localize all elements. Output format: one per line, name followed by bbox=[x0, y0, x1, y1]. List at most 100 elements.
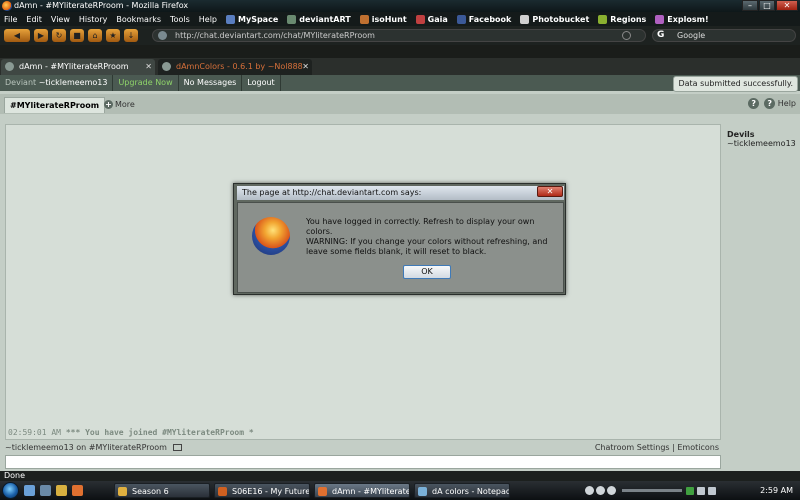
notepad-icon bbox=[418, 487, 427, 496]
google-icon: G bbox=[657, 30, 665, 40]
message-timestamp: 02:59:01 AM bbox=[8, 428, 61, 437]
chat-input[interactable] bbox=[5, 455, 721, 469]
vlc-icon bbox=[218, 487, 227, 496]
tray-app-icon[interactable] bbox=[686, 486, 694, 495]
window-titlebar[interactable]: dAmn - #MYliterateRProom - Mozilla Firef… bbox=[0, 0, 800, 12]
navigation-toolbar: ◀ ▶ ↻ ■ ⌂ ★ ↓ http://chat.deviantart.com… bbox=[0, 26, 800, 45]
system-tray: 2:59 AM bbox=[585, 483, 800, 498]
help-link[interactable]: ? Help bbox=[764, 98, 796, 109]
facebook-icon bbox=[456, 14, 466, 24]
reload-button[interactable]: ↻ bbox=[52, 29, 66, 42]
dialog-message: You have logged in correctly. Refresh to… bbox=[306, 217, 561, 257]
bookmark-isohunt[interactable]: isoHunt bbox=[359, 14, 407, 24]
deviantart-icon bbox=[287, 14, 297, 24]
menu-bookmarks[interactable]: Bookmarks bbox=[116, 15, 161, 24]
myspace-icon bbox=[226, 14, 236, 24]
logout-link[interactable]: Logout bbox=[242, 75, 281, 91]
bookmark-facebook[interactable]: Facebook bbox=[456, 14, 511, 24]
explosm-icon bbox=[655, 14, 665, 24]
stop-button[interactable]: ■ bbox=[70, 29, 84, 42]
back-button[interactable]: ◀ bbox=[4, 29, 30, 42]
tab-close-icon[interactable]: ✕ bbox=[145, 59, 152, 74]
bookmark-regions[interactable]: Regions bbox=[598, 14, 646, 24]
more-button[interactable]: + More bbox=[104, 100, 135, 109]
media-play-icon[interactable] bbox=[596, 486, 605, 495]
joined-message: 02:59:01 AM *** You have joined #MYliter… bbox=[8, 428, 254, 437]
task-media[interactable]: S06E16 - My Future ... bbox=[214, 483, 310, 498]
url-bar[interactable]: http://chat.deviantart.com/chat/MYlitera… bbox=[152, 29, 646, 42]
chatroom-settings-links[interactable]: Chatroom Settings | Emoticons bbox=[595, 443, 719, 452]
dialog-message-line2: WARNING: If you change your colors witho… bbox=[306, 237, 548, 256]
upgrade-link[interactable]: Upgrade Now bbox=[113, 75, 179, 91]
messenger-icon[interactable] bbox=[56, 485, 67, 496]
search-input[interactable]: G Google bbox=[652, 29, 796, 42]
clock[interactable]: 2:59 AM bbox=[760, 483, 793, 498]
menu-bar: File Edit View History Bookmarks Tools H… bbox=[0, 12, 800, 26]
menu-edit[interactable]: Edit bbox=[26, 15, 42, 24]
photobucket-icon bbox=[520, 14, 530, 24]
username: ~ticklemeemo13 bbox=[38, 78, 108, 87]
menu-view[interactable]: View bbox=[51, 15, 70, 24]
task-notepad[interactable]: dA colors - Notepad bbox=[414, 483, 510, 498]
room-tab[interactable]: #MYliterateRProom bbox=[4, 97, 106, 113]
window-controls: – □ ✕ bbox=[742, 0, 798, 11]
user-status: ~ticklemeemo13 on #MYliterateRProom bbox=[5, 443, 182, 452]
keyboard-icon[interactable] bbox=[172, 444, 182, 451]
close-window-button[interactable]: ✕ bbox=[776, 0, 798, 11]
switch-windows-icon[interactable] bbox=[40, 485, 51, 496]
menu-history[interactable]: History bbox=[79, 15, 107, 24]
folder-icon bbox=[118, 487, 127, 496]
firefox-icon bbox=[318, 487, 327, 496]
home-button[interactable]: ⌂ bbox=[88, 29, 102, 42]
menu-help[interactable]: Help bbox=[199, 15, 217, 24]
menu-tools[interactable]: Tools bbox=[170, 15, 190, 24]
media-next-icon[interactable] bbox=[607, 486, 616, 495]
gaia-icon bbox=[415, 14, 425, 24]
task-firefox[interactable]: dAmn - #MYliterate... bbox=[314, 483, 410, 498]
url-dropdown-icon[interactable] bbox=[622, 31, 631, 40]
tab-close-icon[interactable]: ✕ bbox=[302, 59, 309, 74]
bookmark-photobucket[interactable]: Photobucket bbox=[520, 14, 589, 24]
help-icon[interactable]: ? bbox=[748, 98, 760, 109]
network-icon[interactable] bbox=[697, 486, 705, 495]
dialog-close-button[interactable]: ✕ bbox=[537, 186, 563, 197]
task-season6[interactable]: Season 6 bbox=[114, 483, 210, 498]
bookmark-explosm[interactable]: Explosm! bbox=[655, 14, 709, 24]
dialog-message-line1: You have logged in correctly. Refresh to… bbox=[306, 217, 535, 236]
plus-icon: + bbox=[104, 100, 113, 109]
addon-button[interactable]: ★ bbox=[106, 29, 120, 42]
chat-footer: ~ticklemeemo13 on #MYliterateRProom Chat… bbox=[5, 441, 721, 455]
search-placeholder: Google bbox=[677, 31, 706, 40]
start-button[interactable] bbox=[2, 482, 19, 499]
messages-link[interactable]: No Messages bbox=[179, 75, 243, 91]
alert-dialog: The page at http://chat.deviantart.com s… bbox=[233, 183, 566, 295]
bookmark-deviantart[interactable]: deviantART bbox=[287, 14, 351, 24]
regions-icon bbox=[598, 14, 608, 24]
menu-file[interactable]: File bbox=[4, 15, 17, 24]
isohunt-icon bbox=[359, 14, 369, 24]
browser-statusbar: Done bbox=[0, 471, 800, 481]
downloads-button[interactable]: ↓ bbox=[124, 29, 138, 42]
media-prev-icon[interactable] bbox=[585, 486, 594, 495]
minimize-button[interactable]: – bbox=[742, 0, 758, 11]
tab-bar: dAmn - #MYliterateRProom ✕ dAmnColors - … bbox=[0, 58, 800, 86]
speaker-icon[interactable] bbox=[708, 486, 716, 495]
tab-site-icon bbox=[5, 62, 14, 71]
ok-button[interactable]: OK bbox=[403, 265, 451, 279]
site-icon bbox=[158, 31, 167, 40]
member-name[interactable]: ~ticklemeemo13 bbox=[727, 139, 796, 148]
bookmark-myspace[interactable]: MySpace bbox=[226, 14, 278, 24]
volume-slider[interactable] bbox=[622, 489, 682, 492]
status-tooltip: Data submitted successfully. bbox=[673, 76, 798, 92]
firefox-icon bbox=[2, 1, 12, 11]
tab-damn[interactable]: dAmn - #MYliterateRProom ✕ bbox=[1, 59, 155, 75]
deviant-user[interactable]: Deviant ~ticklemeemo13 bbox=[0, 75, 114, 91]
show-desktop-icon[interactable] bbox=[24, 485, 35, 496]
tab-damncolors[interactable]: dAmnColors - 0.6.1 by ~Nol888 o... ✕ bbox=[158, 59, 312, 86]
windows-taskbar: Season 6 S06E16 - My Future ... dAmn - #… bbox=[0, 481, 800, 500]
room-tabs-bar: #MYliterateRProom + More ? ? Help bbox=[0, 94, 800, 114]
maximize-button[interactable]: □ bbox=[759, 0, 775, 11]
forward-button[interactable]: ▶ bbox=[34, 29, 48, 42]
bookmark-gaia[interactable]: Gaia bbox=[415, 14, 448, 24]
firefox-launch-icon[interactable] bbox=[72, 485, 83, 496]
